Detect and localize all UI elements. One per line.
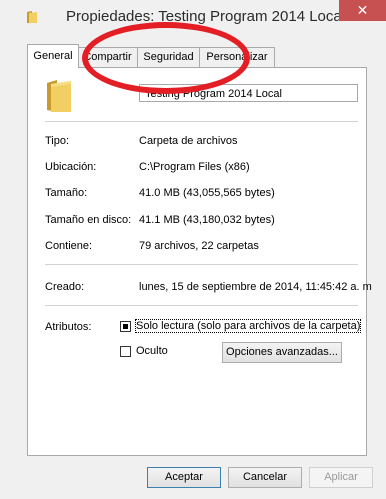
hidden-checkbox-label[interactable]: Oculto [136, 345, 168, 357]
separator [45, 264, 358, 265]
contains-label: Contiene: [45, 240, 93, 252]
created-label: Creado: [45, 281, 85, 293]
indeterminate-mark [123, 324, 128, 329]
attributes-label: Atributos: [45, 321, 92, 333]
readonly-checkbox-label[interactable]: Solo lectura (solo para archivos de la c… [134, 319, 362, 333]
tab-label: Personalizar [206, 51, 268, 63]
cancel-button[interactable]: Cancelar [228, 467, 302, 488]
window-title: Propiedades: Testing Program 2014 Local [66, 8, 346, 25]
apply-button[interactable]: Aplicar [309, 467, 373, 488]
type-label: Tipo: [45, 135, 70, 147]
size-on-disk-value: 41.1 MB (43,180,032 bytes) [139, 214, 275, 226]
tab-seguridad[interactable]: Seguridad [137, 47, 200, 67]
tab-label: Compartir [83, 51, 132, 63]
size-label: Tamaño: [45, 187, 88, 199]
location-label: Ubicación: [45, 161, 97, 173]
folder-icon [27, 11, 37, 23]
created-value: lunes, 15 de septiembre de 2014, 11:45:4… [139, 281, 372, 293]
tab-label: General [33, 50, 73, 62]
tab-general[interactable]: General [27, 44, 79, 68]
contains-value: 79 archivos, 22 carpetas [139, 240, 259, 252]
window-frame-left [0, 0, 8, 499]
close-icon: ✕ [356, 2, 369, 18]
general-panel [27, 67, 367, 456]
window-frame-right [378, 0, 386, 499]
folder-name-input[interactable]: Testing Program 2014 Local [139, 84, 358, 102]
readonly-checkbox[interactable] [120, 321, 131, 332]
tab-personalizar[interactable]: Personalizar [199, 47, 275, 67]
ok-button[interactable]: Aceptar [147, 467, 221, 488]
tab-compartir[interactable]: Compartir [77, 47, 138, 67]
location-value: C:\Program Files (x86) [139, 161, 250, 173]
advanced-options-button[interactable]: Opciones avanzadas... [222, 342, 342, 363]
close-button[interactable]: ✕ [339, 0, 386, 21]
type-value: Carpeta de archivos [139, 135, 238, 147]
separator [45, 305, 358, 306]
size-value: 41.0 MB (43,055,565 bytes) [139, 187, 275, 199]
title-bar[interactable]: Propiedades: Testing Program 2014 Local … [0, 0, 386, 34]
size-on-disk-label: Tamaño en disco: [45, 214, 132, 226]
tab-label: Seguridad [143, 51, 194, 63]
separator [45, 121, 358, 122]
window-frame-bottom [0, 491, 386, 499]
folder-icon [47, 80, 71, 112]
hidden-checkbox[interactable] [120, 346, 131, 357]
